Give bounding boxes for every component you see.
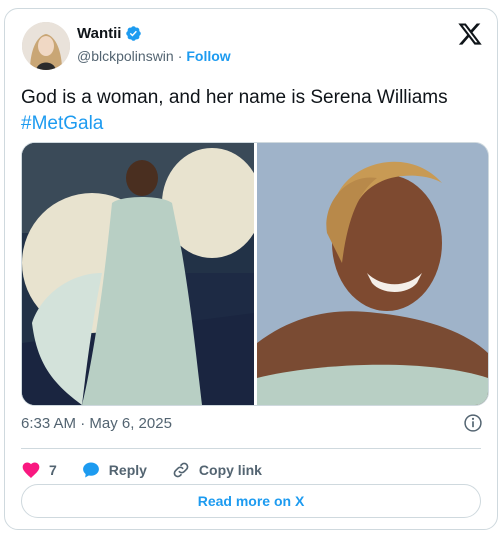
x-logo-icon[interactable] [457, 21, 483, 47]
separator-dot: · [177, 48, 183, 64]
reply-bubble-icon [82, 462, 99, 478]
tweet-text: God is a woman, and her name is Serena W… [21, 85, 483, 137]
like-button[interactable]: 7 [21, 460, 57, 480]
avatar[interactable] [22, 22, 70, 70]
reply-label: Reply [108, 462, 147, 478]
media-image-portrait[interactable] [257, 143, 488, 405]
follow-button[interactable]: Follow [186, 48, 230, 64]
author-handle[interactable]: @blckpolinswin [77, 48, 174, 64]
link-icon [173, 462, 189, 478]
tweet-card: Wantii @blckpolinswin · Follow God is a … [4, 8, 498, 530]
reply-button[interactable]: Reply [81, 460, 147, 480]
verified-badge-icon [126, 26, 142, 41]
media-image-gown[interactable] [22, 143, 262, 405]
divider [21, 448, 481, 449]
heart-icon [22, 462, 40, 478]
tweet-timestamp[interactable]: 6:33 AM · May 6, 2025 [21, 415, 172, 432]
tweet-body: God is a woman, and her name is Serena W… [21, 87, 448, 108]
copy-link-button[interactable]: Copy link [171, 460, 262, 480]
tweet-media[interactable] [21, 142, 489, 406]
author-name[interactable]: Wantii [77, 25, 121, 42]
info-icon[interactable] [463, 413, 483, 433]
hashtag-link[interactable]: #MetGala [21, 111, 483, 137]
like-count: 7 [49, 462, 57, 478]
action-bar: 7 Reply Copy link [21, 455, 286, 485]
read-more-button[interactable]: Read more on X [21, 484, 481, 518]
copy-link-label: Copy link [198, 462, 262, 478]
